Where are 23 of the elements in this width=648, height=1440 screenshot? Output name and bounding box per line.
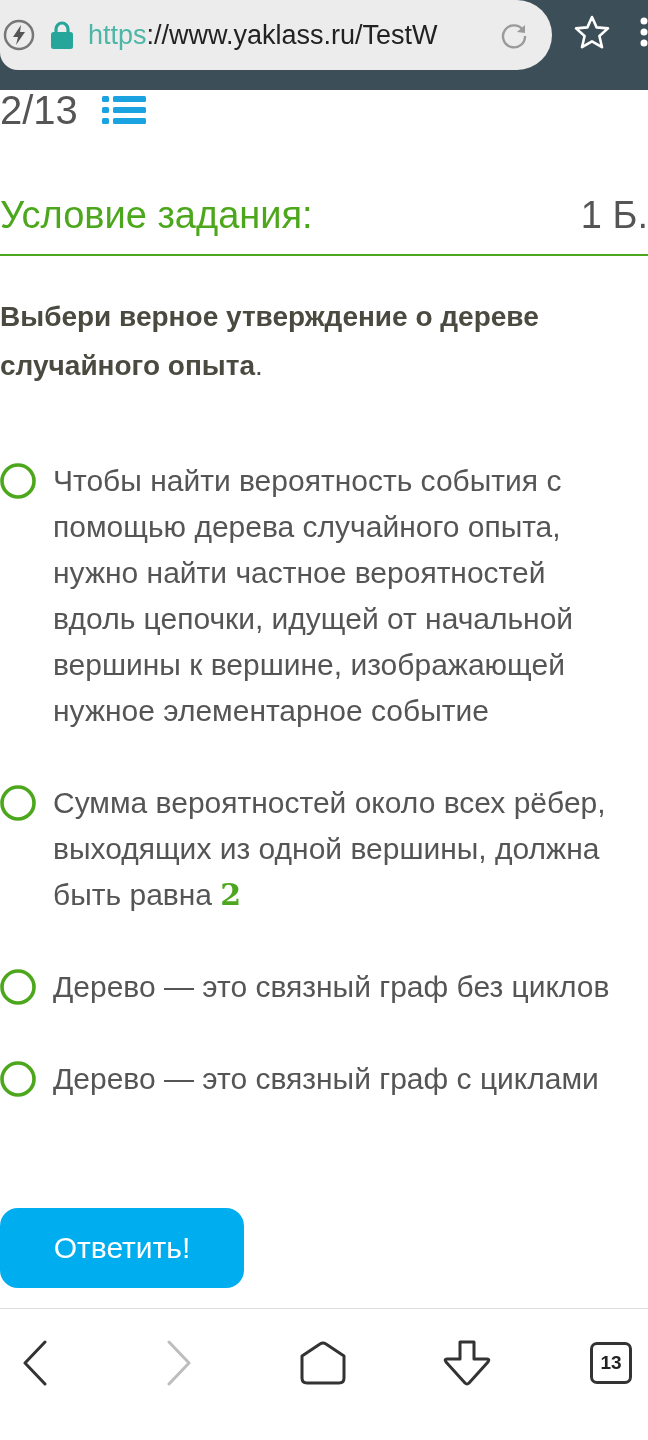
tabs-button[interactable]: 13 [590, 1342, 632, 1384]
option-text: Чтобы найти вероятность события с помощью дерева случайного опыта, нужно найти частное вероятностей вдоль цепочки, идущей от начальной вершины к вершине, изображающей нужное элементарное событие [53, 463, 575, 729]
option-text: Дерево — это связный граф без циклов [53, 969, 611, 1005]
menu-icon[interactable] [640, 17, 648, 47]
arrow-down-icon[interactable] [443, 1340, 491, 1386]
chevron-left-icon[interactable] [22, 1340, 48, 1386]
lock-icon [50, 21, 74, 49]
question-text: Выбери верное утверждение о дереве случайного опыта. [0, 300, 540, 383]
points-label: 1 Б. [580, 193, 648, 238]
option-text: Дерево — это связный граф с циклами [53, 1061, 600, 1097]
radio-button[interactable] [0, 1061, 36, 1097]
radio-button[interactable] [0, 785, 36, 821]
task-heading: Условие задания: [0, 193, 313, 238]
list-icon[interactable] [101, 96, 146, 124]
star-icon[interactable] [574, 15, 610, 49]
option-text: Сумма вероятностей около всех рёбер, выходящих из одной вершины, должна быть равна 2 [53, 785, 607, 914]
bolt-icon [3, 19, 35, 51]
home-icon[interactable] [300, 1341, 346, 1385]
radio-button[interactable] [0, 463, 36, 499]
url-text[interactable]: https://www.yaklass.ru/TestW [88, 19, 438, 51]
question-counter: 2/13 [0, 90, 78, 130]
radio-button[interactable] [0, 969, 36, 1005]
reload-icon[interactable] [500, 21, 528, 49]
